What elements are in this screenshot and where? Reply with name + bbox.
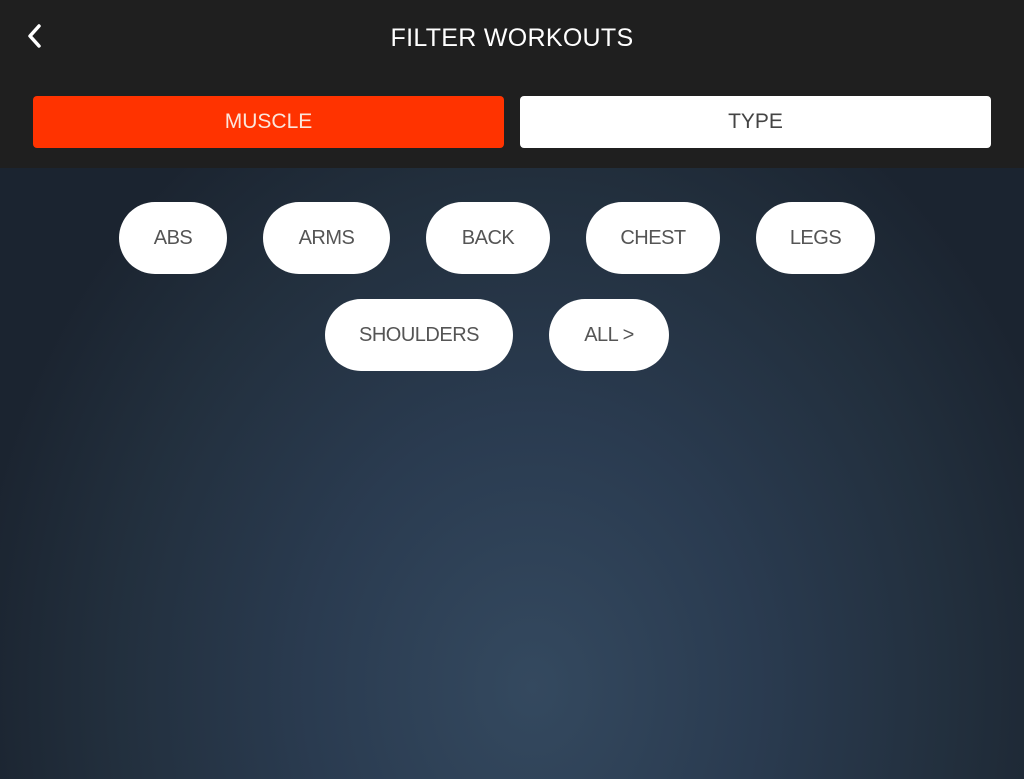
filter-panel: ABS ARMS BACK CHEST LEGS SHOULDERS ALL > [0, 168, 1024, 779]
filter-all[interactable]: ALL > [549, 299, 669, 371]
tab-muscle[interactable]: MUSCLE [33, 96, 504, 148]
filter-legs[interactable]: LEGS [756, 202, 875, 274]
tab-type[interactable]: TYPE [520, 96, 991, 148]
filter-arms[interactable]: ARMS [263, 202, 390, 274]
page-title: FILTER WORKOUTS [390, 24, 634, 52]
filter-shoulders[interactable]: SHOULDERS [325, 299, 513, 371]
filter-chest[interactable]: CHEST [586, 202, 720, 274]
filter-abs[interactable]: ABS [119, 202, 227, 274]
filter-back[interactable]: BACK [426, 202, 550, 274]
header: FILTER WORKOUTS MUSCLE TYPE [0, 0, 1024, 168]
